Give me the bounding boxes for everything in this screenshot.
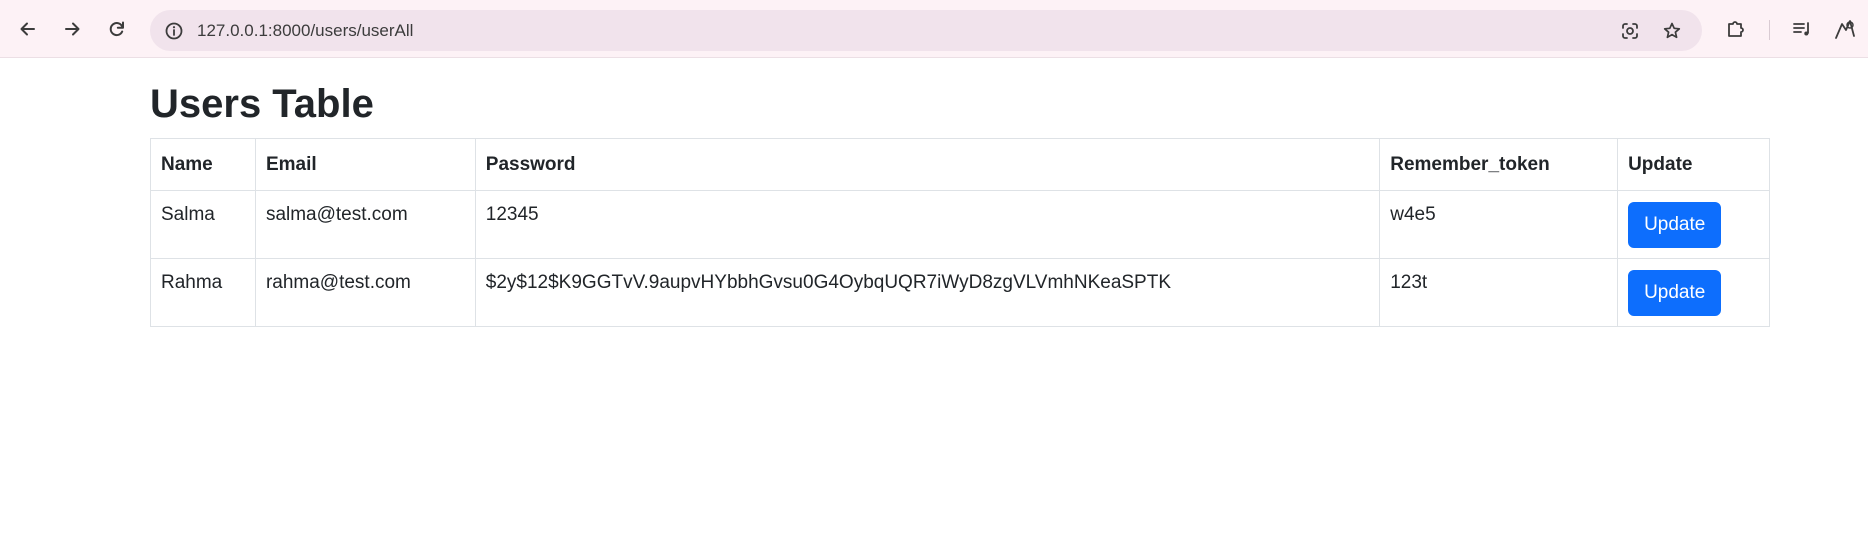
media-control-button[interactable]: [1785, 12, 1819, 46]
table-row: Rahma rahma@test.com $2y$12$K9GGTvV.9aup…: [150, 258, 1770, 327]
google-lens-button[interactable]: [1616, 17, 1644, 45]
toolbar-divider: [1769, 20, 1770, 40]
cell-remember-token: w4e5: [1379, 190, 1619, 259]
cell-update: Update: [1617, 258, 1770, 327]
column-header-remember-token: Remember_token: [1379, 138, 1619, 191]
profile-button[interactable]: [1828, 12, 1862, 46]
forward-arrow-icon: [65, 22, 80, 36]
column-header-name: Name: [150, 138, 256, 191]
site-info-button[interactable]: [158, 15, 189, 46]
cell-password: $2y$12$K9GGTvV.9aupvHYbbhGvsu0G4OybqUQR7…: [474, 258, 1381, 327]
profile-avatar-icon: [1835, 20, 1855, 39]
column-header-update: Update: [1617, 138, 1770, 191]
column-header-password: Password: [474, 138, 1381, 191]
forward-button[interactable]: [55, 12, 89, 46]
url-text[interactable]: 127.0.0.1:8000/users/userAll: [197, 10, 413, 51]
users-table: Name Email Password Remember_token Updat…: [150, 138, 1770, 327]
reload-icon: [109, 21, 124, 36]
page-title: Users Table: [150, 82, 374, 126]
extensions-puzzle-icon: [1728, 21, 1744, 37]
address-bar[interactable]: 127.0.0.1:8000/users/userAll: [150, 10, 1702, 51]
google-lens-icon: [1622, 23, 1638, 39]
cell-email: rahma@test.com: [254, 258, 476, 327]
table-header-row: Name Email Password Remember_token Updat…: [150, 138, 1770, 191]
media-control-icon: [1793, 22, 1809, 36]
cell-email: salma@test.com: [254, 190, 476, 259]
update-button[interactable]: Update: [1628, 202, 1722, 248]
column-header-email: Email: [254, 138, 476, 191]
bookmark-star-icon: [1663, 22, 1681, 39]
cell-update: Update: [1617, 190, 1770, 259]
cell-password: 12345: [474, 190, 1381, 259]
back-button[interactable]: [11, 12, 45, 46]
site-info-icon: [165, 22, 182, 39]
table-row: Salma salma@test.com 12345 w4e5 Update: [150, 190, 1770, 259]
cell-name: Salma: [150, 190, 256, 259]
extensions-button[interactable]: [1719, 12, 1753, 46]
back-arrow-icon: [20, 22, 35, 36]
reload-button[interactable]: [100, 12, 134, 46]
bookmark-button[interactable]: [1658, 17, 1686, 45]
browser-toolbar: 127.0.0.1:8000/users/userAll: [0, 0, 1868, 58]
cell-remember-token: 123t: [1379, 258, 1619, 327]
update-button[interactable]: Update: [1628, 270, 1722, 316]
cell-name: Rahma: [150, 258, 256, 327]
